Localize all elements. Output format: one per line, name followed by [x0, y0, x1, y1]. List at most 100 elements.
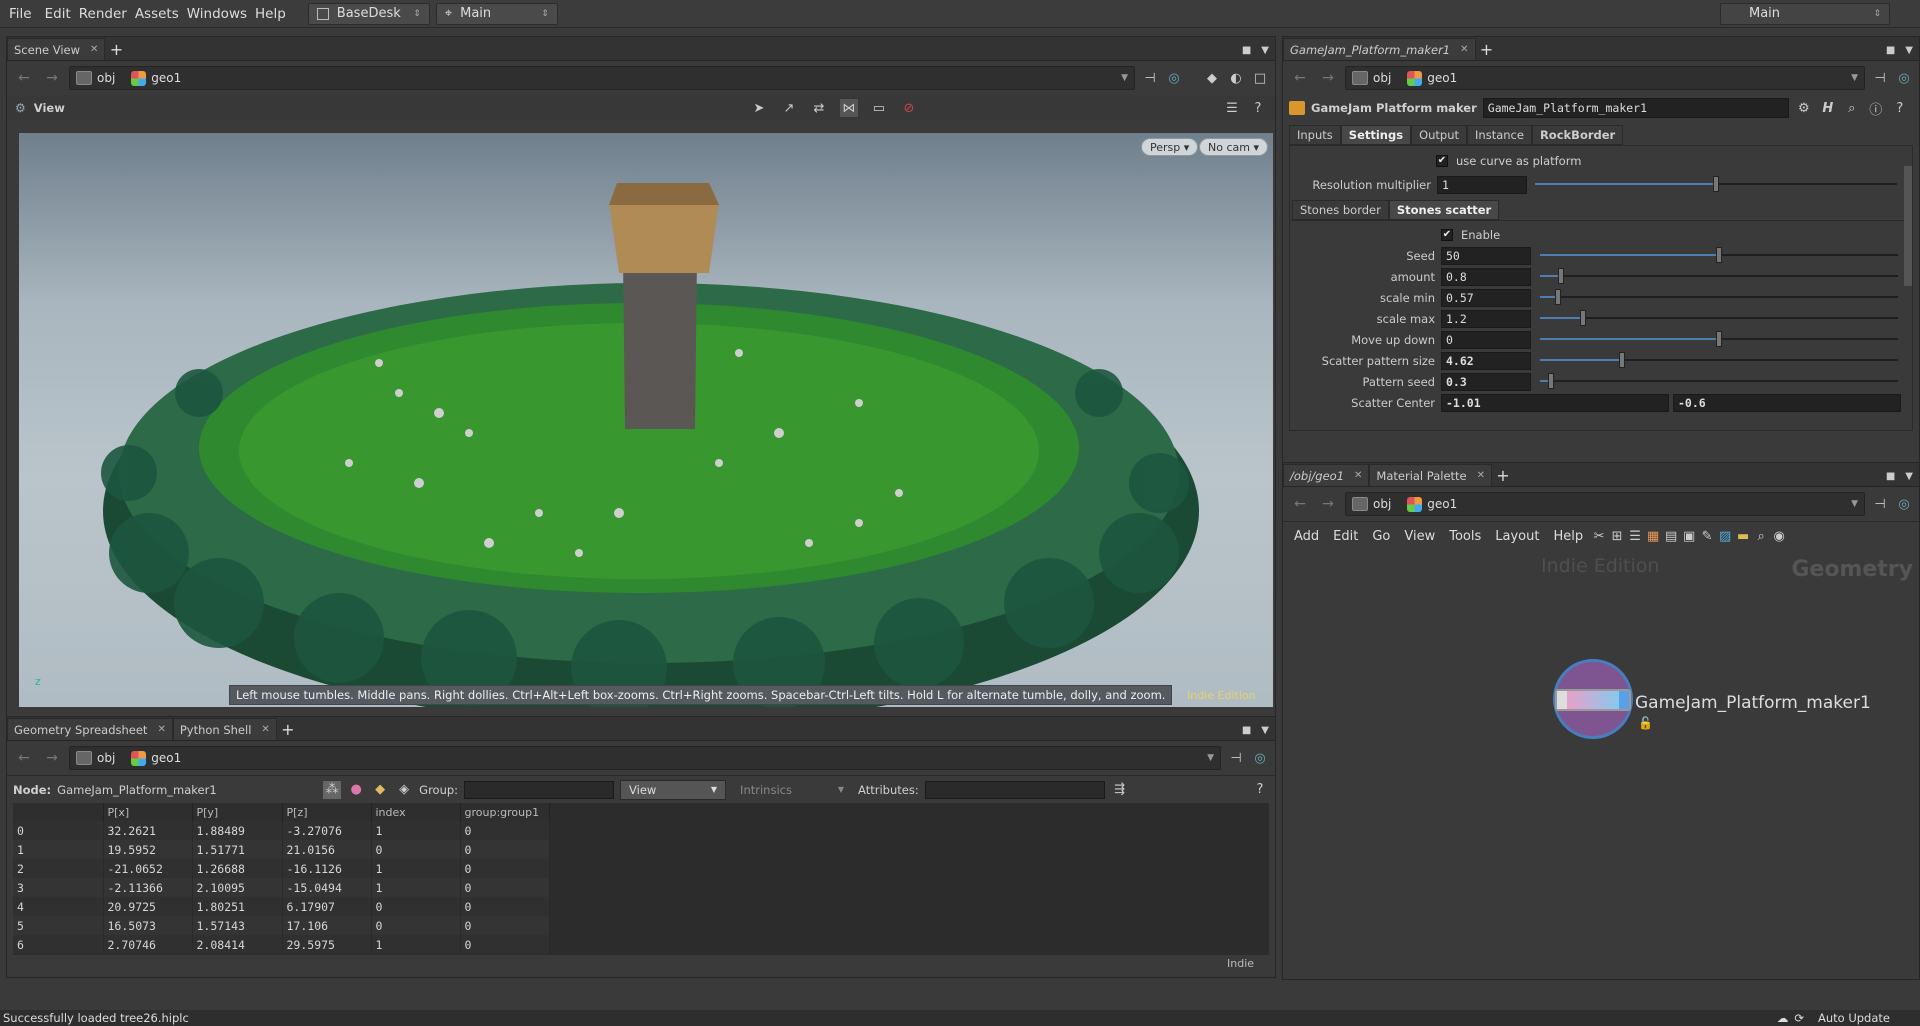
tab-output[interactable]: Output — [1411, 125, 1468, 145]
tab-scene-view[interactable]: Scene View ✕ — [7, 38, 106, 60]
slider-knob[interactable] — [1558, 268, 1565, 284]
menu-go[interactable]: Go — [1365, 529, 1397, 544]
param-scrollbar[interactable] — [1904, 166, 1912, 286]
move-tool-icon[interactable]: ↗ — [780, 99, 798, 117]
menu-arrow-icon[interactable]: ▼ — [1905, 471, 1913, 482]
link-icon[interactable]: ◎ — [1895, 69, 1913, 87]
back-arrow-icon[interactable]: ← — [1289, 496, 1311, 512]
slider-knob[interactable] — [1619, 352, 1626, 368]
help-icon[interactable]: ? — [1251, 781, 1269, 799]
column-header[interactable]: P[x] — [103, 803, 193, 821]
column-header[interactable] — [13, 803, 104, 821]
table-row[interactable]: 0 32.2621 1.88489 -3.27076 1 0 — [13, 821, 550, 840]
camera-icon[interactable]: ▭ — [870, 99, 888, 117]
maximize-icon[interactable]: ■ — [1886, 471, 1895, 482]
tab-instance[interactable]: Instance — [1467, 125, 1532, 145]
tree-icon[interactable]: ⊞ — [1608, 528, 1626, 546]
menu-arrow-icon[interactable]: ▼ — [1905, 45, 1913, 56]
table-row[interactable]: 6 2.70746 2.08414 29.5975 1 0 — [13, 935, 550, 954]
table-row[interactable]: 1 19.5952 1.51771 21.0156 0 0 — [13, 840, 550, 859]
path-obj[interactable]: obj — [1373, 71, 1391, 85]
path-geo[interactable]: geo1 — [1427, 71, 1457, 85]
folder-icon[interactable]: ▬ — [1734, 528, 1752, 546]
view-menu-icon[interactable]: ⚙ — [15, 101, 26, 115]
menu-arrow-icon[interactable]: ▼ — [1261, 45, 1269, 56]
refresh-icon[interactable]: ⟳ — [1794, 1011, 1804, 1025]
param-field[interactable]: 4.62 — [1441, 351, 1531, 370]
tab-stones-scatter[interactable]: Stones scatter — [1388, 200, 1500, 220]
group-field[interactable] — [464, 780, 615, 799]
link-icon[interactable]: ◎ — [1251, 749, 1269, 767]
chevron-down-icon[interactable]: ▼ — [1121, 73, 1128, 83]
detail-icon[interactable]: ◈ — [395, 781, 413, 799]
forward-arrow-icon[interactable]: → — [41, 750, 63, 766]
close-icon[interactable]: ✕ — [261, 724, 269, 735]
pin-icon[interactable]: ⊣ — [1227, 749, 1245, 767]
chevron-down-icon[interactable]: ▼ — [1851, 499, 1858, 509]
param-field[interactable]: 0.57 — [1441, 288, 1531, 307]
table-row[interactable]: 4 20.9725 1.80251 6.17907 0 0 — [13, 897, 550, 916]
maximize-icon[interactable]: ■ — [1242, 725, 1251, 736]
enable-checkbox[interactable]: ✔ — [1441, 228, 1453, 241]
path-obj[interactable]: obj — [97, 71, 115, 85]
chevron-down-icon[interactable]: ▼ — [1207, 753, 1214, 763]
slider-knob[interactable] — [1579, 310, 1586, 326]
back-arrow-icon[interactable]: ← — [1289, 70, 1311, 86]
notes-icon[interactable]: ✎ — [1698, 528, 1716, 546]
parameters-icon[interactable]: ▣ — [1680, 528, 1698, 546]
search-icon[interactable]: ⌕ — [1752, 528, 1770, 546]
tab-geometry-spreadsheet[interactable]: Geometry Spreadsheet ✕ — [7, 718, 173, 740]
path-obj[interactable]: obj — [1373, 497, 1391, 511]
close-icon[interactable]: ✕ — [1460, 44, 1468, 55]
path-geo[interactable]: geo1 — [151, 751, 181, 765]
forward-arrow-icon[interactable]: → — [1317, 70, 1339, 86]
eye-icon[interactable]: ◉ — [1770, 528, 1788, 546]
forward-arrow-icon[interactable]: → — [1317, 496, 1339, 512]
forward-arrow-icon[interactable]: → — [41, 70, 63, 86]
menu-assets[interactable]: Assets — [131, 6, 183, 22]
context-selector[interactable]: ⌖ Main ⇕ — [435, 2, 558, 25]
node-flag-left[interactable] — [1557, 691, 1567, 709]
scatter-center-x[interactable]: -1.01 — [1441, 393, 1669, 412]
menu-add[interactable]: Add — [1287, 529, 1326, 544]
list-view-icon[interactable]: ☰ — [1626, 528, 1644, 546]
pin-icon[interactable]: ⊣ — [1141, 69, 1159, 87]
points-icon[interactable]: ⁂ — [323, 780, 342, 799]
houdini-icon[interactable]: H — [1819, 99, 1837, 117]
param-slider[interactable] — [1540, 310, 1898, 326]
cube-icon[interactable]: ◆ — [1203, 69, 1221, 87]
menu-edit[interactable]: Edit — [41, 6, 75, 22]
tab-rockborder[interactable]: RockBorder — [1531, 125, 1624, 145]
slider-knob[interactable] — [1547, 373, 1554, 389]
back-arrow-icon[interactable]: ← — [13, 750, 35, 766]
network-path-field[interactable]: obj geo1 ▼ — [1345, 492, 1865, 516]
param-field[interactable]: 0.3 — [1441, 372, 1531, 391]
snap-icon[interactable]: ⋈ — [839, 99, 858, 117]
link-icon[interactable]: ◎ — [1165, 69, 1183, 87]
viewport-3d[interactable]: z Persp ▾ No cam ▾ Left mouse tumbles. M… — [19, 133, 1273, 707]
add-tab-button[interactable]: + — [1476, 38, 1498, 60]
column-header[interactable]: P[y] — [192, 803, 283, 821]
param-slider[interactable] — [1540, 289, 1898, 305]
param-slider[interactable] — [1540, 331, 1898, 347]
slider-knob[interactable] — [1554, 289, 1561, 305]
cloud-icon[interactable]: ☁ — [1777, 1011, 1789, 1025]
param-field[interactable]: 50 — [1441, 246, 1531, 265]
maximize-icon[interactable]: ■ — [1242, 45, 1251, 56]
maximize-icon[interactable]: ■ — [1886, 45, 1895, 56]
image-icon[interactable]: ▨ — [1716, 528, 1734, 546]
param-field[interactable]: 0 — [1441, 330, 1531, 349]
menu-windows[interactable]: Windows — [183, 6, 251, 22]
intrinsics-dropdown[interactable]: Intrinsics ▼ — [732, 780, 852, 800]
pin-icon[interactable]: ⊣ — [1871, 69, 1889, 87]
search-icon[interactable]: ⌕ — [1843, 99, 1861, 117]
scatter-center-y[interactable]: -0.6 — [1673, 393, 1901, 412]
list-icon[interactable]: ☰ — [1223, 99, 1241, 117]
handle-tool-icon[interactable]: ⇄ — [810, 99, 828, 117]
view-dropdown[interactable]: View ▼ — [620, 779, 727, 800]
menu-help[interactable]: Help — [251, 6, 290, 22]
path-geo[interactable]: geo1 — [151, 71, 181, 85]
table-row[interactable]: 5 16.5073 1.57143 17.106 0 0 — [13, 916, 550, 935]
slider-knob[interactable] — [1716, 247, 1722, 263]
tab-inputs[interactable]: Inputs — [1289, 125, 1341, 145]
